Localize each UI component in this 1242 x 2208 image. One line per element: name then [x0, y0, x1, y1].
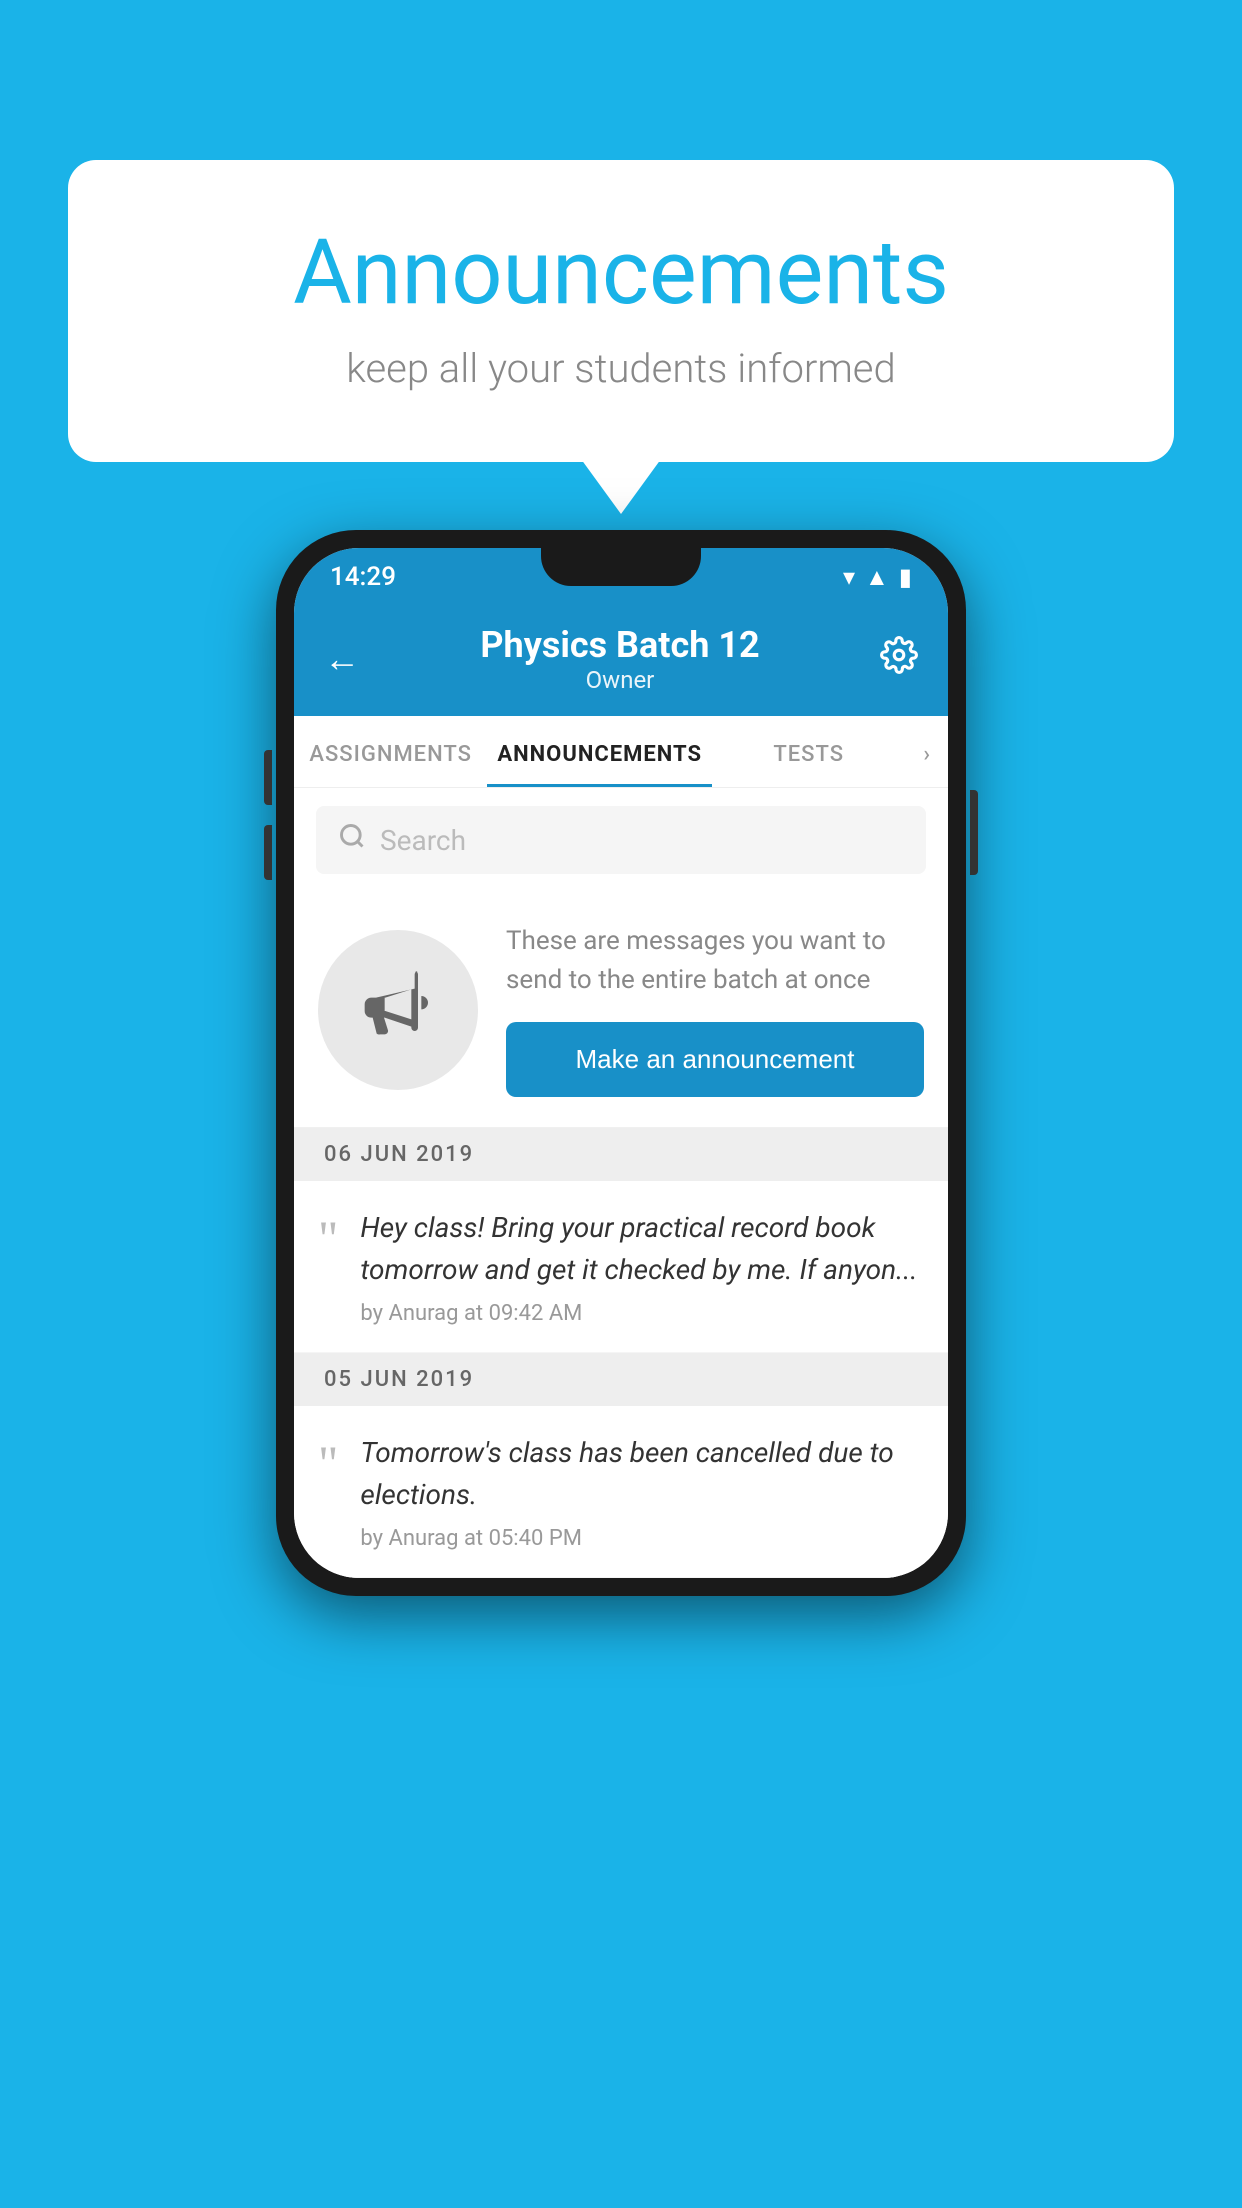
phone-notch: [541, 548, 701, 586]
phone-screen: 14:29 ▾ ▲ ▮ ← Physics Batch 12 Owner: [294, 548, 948, 1578]
header-center: Physics Batch 12 Owner: [480, 624, 759, 694]
settings-button[interactable]: [880, 636, 918, 683]
announcement-meta-1: by Anurag at 09:42 AM: [360, 1301, 924, 1326]
speech-bubble: Announcements keep all your students inf…: [68, 160, 1174, 462]
battery-icon: ▮: [899, 563, 912, 591]
status-icons: ▾ ▲ ▮: [843, 563, 912, 592]
speech-bubble-section: Announcements keep all your students inf…: [68, 160, 1174, 462]
promo-icon-circle: [318, 930, 478, 1090]
phone-outer-shell: 14:29 ▾ ▲ ▮ ← Physics Batch 12 Owner: [276, 530, 966, 1596]
search-bar[interactable]: Search: [316, 806, 926, 874]
make-announcement-button[interactable]: Make an announcement: [506, 1022, 924, 1097]
power-button[interactable]: [970, 790, 978, 875]
tab-announcements[interactable]: ANNOUNCEMENTS: [487, 716, 712, 787]
quote-icon-2: ": [318, 1438, 338, 1488]
megaphone-icon: [358, 961, 438, 1059]
announcement-content-1: Hey class! Bring your practical record b…: [360, 1207, 924, 1326]
search-container: Search: [294, 788, 948, 892]
tabs-bar: ASSIGNMENTS ANNOUNCEMENTS TESTS ›: [294, 716, 948, 788]
announcement-item-2[interactable]: " Tomorrow's class has been cancelled du…: [294, 1406, 948, 1578]
phone-device: 14:29 ▾ ▲ ▮ ← Physics Batch 12 Owner: [276, 530, 966, 1596]
tab-assignments[interactable]: ASSIGNMENTS: [294, 716, 487, 787]
app-header: ← Physics Batch 12 Owner: [294, 606, 948, 716]
announcement-content-2: Tomorrow's class has been cancelled due …: [360, 1432, 924, 1551]
wifi-icon: ▾: [843, 563, 855, 591]
announcement-item-1[interactable]: " Hey class! Bring your practical record…: [294, 1181, 948, 1353]
tab-more[interactable]: ›: [905, 716, 948, 787]
batch-role: Owner: [480, 666, 759, 694]
date-separator-2: 05 JUN 2019: [294, 1353, 948, 1406]
announcement-meta-2: by Anurag at 05:40 PM: [360, 1526, 924, 1551]
quote-icon-1: ": [318, 1213, 338, 1263]
announcement-promo: These are messages you want to send to t…: [294, 892, 948, 1128]
bubble-subtitle: keep all your students informed: [148, 345, 1094, 392]
volume-up-button[interactable]: [264, 750, 272, 805]
announcement-text-2: Tomorrow's class has been cancelled due …: [360, 1432, 924, 1516]
promo-description: These are messages you want to send to t…: [506, 922, 924, 1000]
promo-content: These are messages you want to send to t…: [506, 922, 924, 1097]
status-time: 14:29: [330, 562, 396, 592]
volume-down-button[interactable]: [264, 825, 272, 880]
search-placeholder: Search: [380, 824, 466, 857]
batch-title: Physics Batch 12: [480, 624, 759, 666]
search-icon: [338, 822, 366, 858]
signal-icon: ▲: [865, 563, 889, 592]
date-separator-1: 06 JUN 2019: [294, 1128, 948, 1181]
tab-tests[interactable]: TESTS: [712, 716, 905, 787]
announcement-text-1: Hey class! Bring your practical record b…: [360, 1207, 924, 1291]
bubble-title: Announcements: [148, 220, 1094, 325]
back-button[interactable]: ←: [324, 638, 360, 680]
